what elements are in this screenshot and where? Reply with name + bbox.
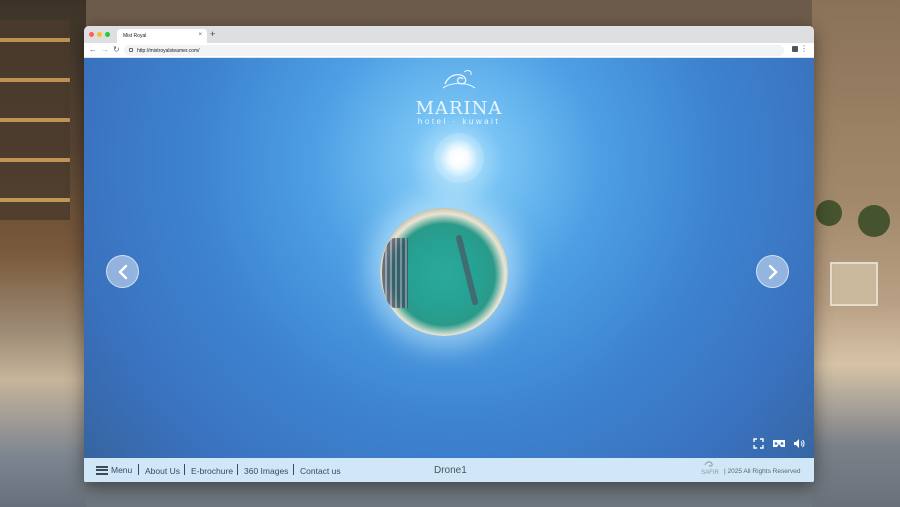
- browser-window: Mist Royal × + ← → ↻ http://mistroyalste…: [84, 26, 814, 482]
- close-window-dot[interactable]: [89, 32, 94, 37]
- reload-button[interactable]: ↻: [113, 45, 120, 54]
- extension-icon[interactable]: [792, 46, 798, 52]
- tiny-planet-panorama: [380, 208, 508, 336]
- 360-images-link[interactable]: 360 Images: [244, 466, 288, 476]
- palm-tree: [816, 200, 842, 226]
- menu-button[interactable]: Menu: [96, 465, 132, 475]
- chevron-left-icon: [117, 264, 127, 279]
- url-field[interactable]: http://mistroyalsteamer.com/: [124, 45, 784, 56]
- hamburger-icon: [96, 465, 108, 475]
- previous-scene-button[interactable]: [106, 255, 139, 288]
- divider: [293, 464, 294, 475]
- url-text: http://mistroyalsteamer.com/: [137, 48, 200, 54]
- marina-jetty: [455, 234, 479, 306]
- forward-button[interactable]: →: [101, 45, 109, 54]
- maximize-window-dot[interactable]: [105, 32, 110, 37]
- browser-menu-icon[interactable]: ⋮: [800, 44, 808, 53]
- copyright-text: | 2025 All Rights Reserved: [724, 468, 801, 475]
- panorama-viewer[interactable]: MARINA hotel · kuwait: [84, 58, 814, 458]
- palm-tree: [858, 205, 890, 237]
- contact-us-link[interactable]: Contact us: [300, 466, 341, 476]
- tab-title: Mist Royal: [123, 33, 147, 39]
- back-button[interactable]: ←: [89, 45, 97, 54]
- beach-cabana: [830, 262, 878, 306]
- building-windows: [0, 20, 70, 220]
- divider: [184, 464, 185, 475]
- background-beach-right: [812, 0, 900, 507]
- volume-icon[interactable]: [793, 438, 805, 449]
- vr-goggles-icon[interactable]: [772, 439, 786, 448]
- next-scene-button[interactable]: [756, 255, 789, 288]
- hotel-logo: MARINA hotel · kuwait: [384, 66, 534, 126]
- about-us-link[interactable]: About Us: [145, 466, 180, 476]
- divider: [138, 464, 139, 475]
- city-skyline: [382, 238, 408, 308]
- e-brochure-link[interactable]: E-brochure: [191, 466, 233, 476]
- new-tab-button[interactable]: +: [210, 29, 215, 39]
- scene-title: Drone1: [434, 465, 467, 476]
- safir-wave-icon: [704, 461, 713, 467]
- tab-close-icon[interactable]: ×: [198, 32, 202, 38]
- tab-bar: Mist Royal × +: [84, 26, 814, 43]
- logo-subtitle: hotel · kuwait: [417, 117, 501, 126]
- minimize-window-dot[interactable]: [97, 32, 102, 37]
- safir-logo[interactable]: SAFIR: [697, 460, 723, 476]
- fullscreen-icon[interactable]: [753, 438, 764, 449]
- safir-brand-text: SAFIR: [701, 470, 719, 476]
- footer-bar: Menu About Us E-brochure 360 Images Cont…: [84, 458, 814, 482]
- sun-glare: [434, 133, 484, 183]
- address-bar: ← → ↻ http://mistroyalsteamer.com/ ⋮: [84, 43, 814, 58]
- menu-label: Menu: [111, 465, 133, 475]
- wave-logo-icon: [442, 70, 476, 89]
- logo-title: MARINA: [415, 98, 503, 119]
- browser-tab[interactable]: Mist Royal ×: [117, 29, 207, 43]
- lock-icon: [129, 48, 133, 52]
- background-building-left: [0, 0, 86, 507]
- chevron-right-icon: [768, 264, 778, 279]
- divider: [237, 464, 238, 475]
